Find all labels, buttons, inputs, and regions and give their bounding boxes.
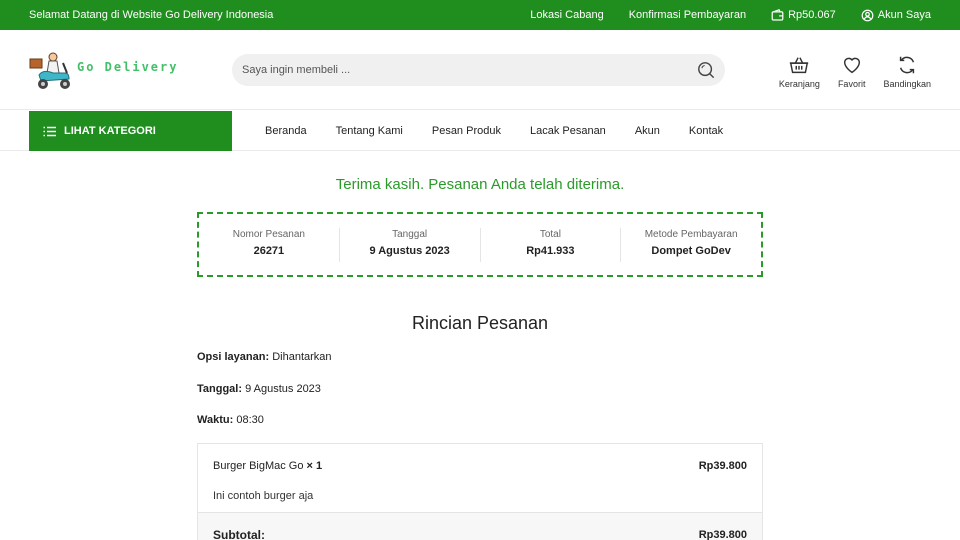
order-number-value: 26271	[253, 244, 285, 257]
nav-item-about[interactable]: Tentang Kami	[336, 125, 403, 137]
service-option-value: Dihantarkan	[272, 351, 332, 363]
nav-item-account[interactable]: Akun	[635, 125, 660, 137]
my-account-label: Akun Saya	[877, 9, 931, 21]
date-label: Tanggal:	[197, 383, 243, 395]
nav-menu: Beranda Tentang Kami Pesan Produk Lacak …	[265, 111, 723, 151]
subtotal-value: Rp39.800	[698, 529, 747, 540]
time-label: Waktu:	[197, 414, 234, 426]
delivery-scooter-icon	[29, 52, 70, 89]
wallet-balance-value: Rp50.067	[788, 9, 836, 21]
order-number-label: Nomor Pesanan	[232, 228, 305, 240]
order-date-label: Tanggal	[392, 228, 428, 240]
header-actions: Keranjang Favorit Bandingkan	[779, 54, 931, 89]
favorite-button[interactable]: Favorit	[837, 54, 866, 89]
wallet-balance[interactable]: Rp50.067	[771, 8, 836, 22]
heart-icon	[843, 57, 860, 74]
date-line: Tanggal: 9 Agustus 2023	[197, 383, 321, 395]
user-icon	[861, 9, 874, 21]
order-summary-box: Nomor Pesanan 26271 Tanggal 9 Agustus 20…	[197, 212, 763, 277]
branch-location-link[interactable]: Lokasi Cabang	[530, 9, 603, 21]
list-icon	[43, 126, 56, 136]
time-line: Waktu: 08:30	[197, 414, 264, 426]
site-logo[interactable]: Go Delivery	[29, 50, 189, 92]
wallet-icon	[771, 8, 784, 21]
order-items-table: Burger BigMac Go × 1 Rp39.800 Ini contoh…	[197, 443, 763, 540]
payment-method-label: Metode Pembayaran	[644, 228, 738, 240]
date-value: 9 Agustus 2023	[245, 383, 321, 395]
order-item-price: Rp39.800	[698, 460, 747, 472]
payment-method-value: Dompet GoDev	[651, 244, 731, 257]
nav-item-order-product[interactable]: Pesan Produk	[432, 125, 501, 137]
favorite-label: Favorit	[837, 79, 866, 89]
order-item-qty: × 1	[306, 460, 323, 472]
refresh-icon	[900, 56, 915, 74]
order-total-label: Total	[539, 228, 561, 240]
order-date-value: 9 Agustus 2023	[369, 244, 450, 257]
category-button-label: LIHAT KATEGORI	[64, 125, 156, 137]
compare-button[interactable]: Bandingkan	[883, 54, 931, 89]
basket-icon	[790, 57, 809, 74]
service-option-label: Opsi layanan:	[197, 351, 270, 363]
welcome-text: Selamat Datang di Website Go Delivery In…	[29, 9, 274, 21]
site-header: Go Delivery Keranjang Favorit Bandingkan	[0, 30, 960, 110]
payment-method-cell: Metode Pembayaran Dompet GoDev	[620, 227, 761, 262]
service-option-line: Opsi layanan: Dihantarkan	[197, 351, 332, 363]
top-bar-links: Lokasi Cabang Konfirmasi Pembayaran Rp50…	[530, 0, 931, 30]
search-icon[interactable]	[697, 61, 715, 79]
category-button[interactable]: LIHAT KATEGORI	[29, 111, 232, 151]
time-value: 08:30	[236, 414, 264, 426]
cart-label: Keranjang	[778, 79, 820, 89]
top-bar: Selamat Datang di Website Go Delivery In…	[0, 0, 960, 30]
logo-text: Go Delivery	[77, 60, 179, 74]
main-nav: LIHAT KATEGORI Beranda Tentang Kami Pesa…	[0, 111, 960, 151]
order-details-title: Rincian Pesanan	[411, 313, 549, 333]
order-date-cell: Tanggal 9 Agustus 2023	[338, 227, 480, 262]
cart-button[interactable]: Keranjang	[779, 54, 820, 89]
order-total-cell: Total Rp41.933	[479, 227, 621, 262]
nav-item-track-order[interactable]: Lacak Pesanan	[530, 125, 606, 137]
order-number-cell: Nomor Pesanan 26271	[199, 228, 339, 262]
nav-item-home[interactable]: Beranda	[265, 125, 307, 137]
search-bar	[232, 54, 725, 86]
search-input[interactable]	[242, 54, 682, 86]
order-item-name-line: Burger BigMac Go × 1	[213, 460, 322, 472]
compare-label: Bandingkan	[883, 79, 931, 89]
order-item-note: Ini contoh burger aja	[213, 490, 314, 502]
my-account-link[interactable]: Akun Saya	[861, 9, 931, 22]
order-total-value: Rp41.933	[526, 244, 575, 257]
order-item-name: Burger BigMac Go	[213, 460, 304, 472]
nav-item-contact[interactable]: Kontak	[689, 125, 723, 137]
subtotal-row: Subtotal: Rp39.800	[198, 512, 762, 540]
payment-confirmation-link[interactable]: Konfirmasi Pembayaran	[629, 9, 746, 21]
subtotal-label: Subtotal:	[213, 528, 265, 540]
thanks-message: Terima kasih. Pesanan Anda telah diterim…	[335, 176, 625, 193]
